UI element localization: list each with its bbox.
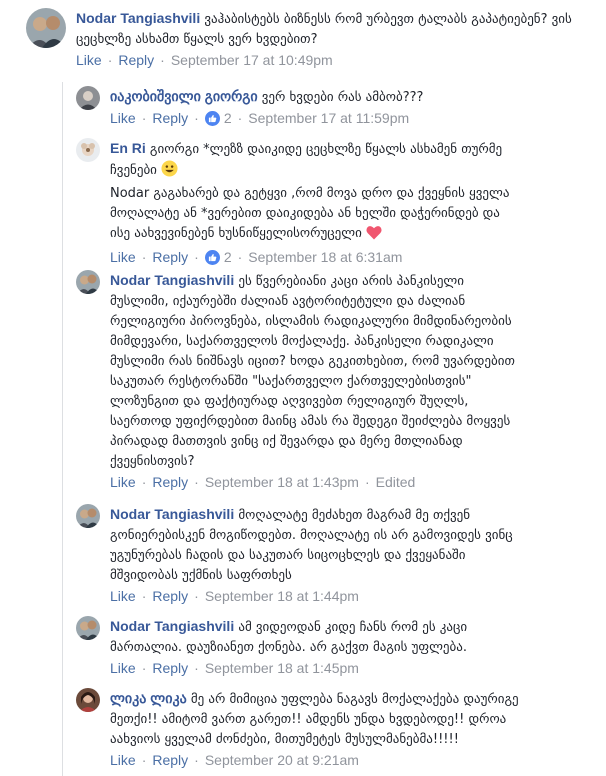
separator: · (237, 249, 243, 265)
reply-comment: Nodar Tangiashvili მოღალატე მეძახეთ მაგრ… (76, 504, 596, 604)
timestamp[interactable]: September 17 at 10:49pm (171, 52, 333, 68)
heart-emoji-icon (366, 225, 382, 247)
like-link[interactable]: Like (110, 110, 136, 126)
avatar[interactable] (26, 8, 66, 48)
separator: · (141, 588, 147, 604)
avatar[interactable] (76, 504, 100, 528)
like-count[interactable]: 2 (224, 110, 232, 126)
like-count[interactable]: 2 (224, 249, 232, 265)
comment-author[interactable]: Nodar Tangiashvili (110, 272, 234, 288)
separator: · (141, 249, 147, 265)
reply-comment: Nodar Tangiashvili ამ ვიდეოდან კიდე ჩანს… (76, 616, 596, 676)
separator: · (141, 110, 147, 126)
reply-link[interactable]: Reply (118, 52, 154, 68)
reply-comment: Nodar Tangiashvili ეს წვერებიანი კაცი არ… (76, 270, 596, 490)
comment-author[interactable]: Nodar Tangiashvili (110, 506, 234, 522)
reply-link[interactable]: Reply (152, 752, 188, 768)
avatar[interactable] (76, 138, 100, 162)
separator: · (141, 752, 147, 768)
thread-line (62, 82, 63, 776)
separator: · (194, 660, 199, 676)
timestamp[interactable]: September 18 at 6:31am (248, 249, 402, 265)
avatar[interactable] (76, 86, 100, 110)
reply-link[interactable]: Reply (152, 110, 188, 126)
reply-comment: En Ri გიორგი *ლეზზ დაიკიდე ცეცხლზე წყალს… (76, 138, 596, 265)
edited-label[interactable]: Edited (376, 474, 416, 490)
like-link[interactable]: Like (110, 474, 136, 490)
thumbs-up-icon[interactable] (204, 110, 220, 126)
timestamp[interactable]: September 20 at 9:21am (205, 752, 359, 768)
reply-link[interactable]: Reply (152, 660, 188, 676)
reply-link[interactable]: Reply (152, 249, 188, 265)
like-link[interactable]: Like (110, 588, 136, 604)
avatar[interactable] (76, 270, 100, 294)
comment-author[interactable]: იაკობიშვილი გიორგი (110, 88, 258, 104)
comment-author[interactable]: ლიკა ლიკა (110, 690, 187, 706)
reply-link[interactable]: Reply (152, 588, 188, 604)
comment-text: ეს წვერებიანი კაცი არის პანკისელი მუსლიმ… (110, 274, 515, 469)
timestamp[interactable]: September 18 at 1:43pm (205, 474, 359, 490)
separator: · (194, 588, 199, 604)
comment: Nodar Tangiashvili ვაჰაბისტებს ბიზნესს რ… (26, 8, 596, 68)
thumbs-up-icon[interactable] (204, 249, 220, 265)
reply-link[interactable]: Reply (152, 474, 188, 490)
separator: · (107, 52, 113, 68)
separator: · (141, 474, 147, 490)
separator: · (160, 52, 165, 68)
comment-text: Nodar გაგახარებ და გეტყვი ,რომ მოვა დრო … (110, 186, 510, 241)
reply-comment: ლიკა ლიკა მე არ მიმიცია უფლება ნაგავს მო… (76, 688, 596, 768)
like-link[interactable]: Like (110, 752, 136, 768)
separator: · (194, 474, 199, 490)
separator: · (194, 752, 199, 768)
avatar[interactable] (76, 616, 100, 640)
like-link[interactable]: Like (76, 52, 102, 68)
timestamp[interactable]: September 17 at 11:59pm (248, 110, 409, 126)
comment-author[interactable]: Nodar Tangiashvili (76, 10, 200, 26)
separator: · (364, 474, 370, 490)
comment-text: ვერ ხვდები რას ამბობ??? (261, 90, 424, 105)
like-link[interactable]: Like (110, 660, 136, 676)
separator: · (141, 660, 147, 676)
timestamp[interactable]: September 18 at 1:45pm (205, 660, 359, 676)
separator: · (194, 249, 199, 265)
separator: · (194, 110, 199, 126)
comment-author[interactable]: Nodar Tangiashvili (110, 618, 234, 634)
avatar[interactable] (76, 688, 100, 712)
like-link[interactable]: Like (110, 249, 136, 265)
smile-emoji-icon (161, 160, 178, 184)
timestamp[interactable]: September 18 at 1:44pm (205, 588, 359, 604)
reply-comment: იაკობიშვილი გიორგი ვერ ხვდები რას ამბობ?… (76, 86, 596, 126)
separator: · (237, 110, 243, 126)
comment-author[interactable]: En Ri (110, 140, 146, 156)
